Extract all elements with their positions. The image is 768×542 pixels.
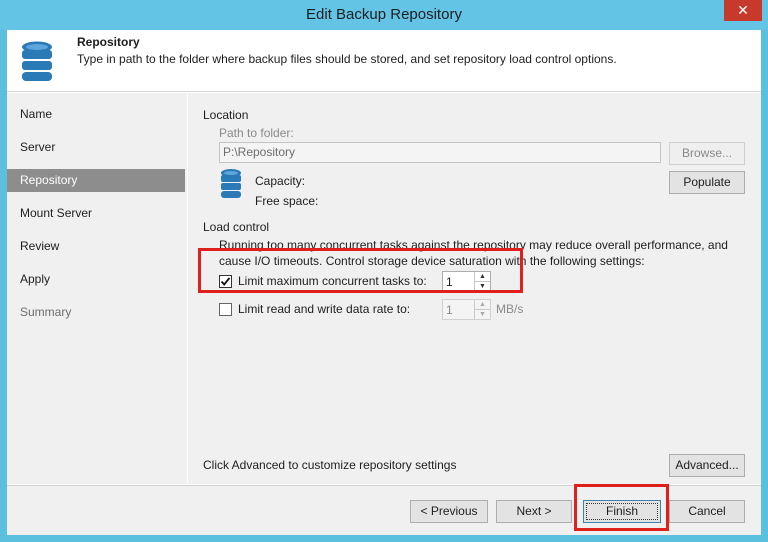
checkmark-icon [220, 277, 231, 286]
step-repository[interactable]: Repository [7, 169, 185, 192]
capacity-database-icon [220, 168, 242, 203]
step-name[interactable]: Name [7, 103, 185, 126]
limit-rate-checkbox[interactable] [219, 303, 232, 316]
step-review[interactable]: Review [7, 235, 185, 258]
next-button[interactable]: Next > [496, 500, 572, 523]
title-bar: Edit Backup Repository ✕ [0, 0, 768, 30]
wizard-content: Location Path to folder: P:\Repository B… [188, 93, 761, 484]
step-mount-server[interactable]: Mount Server [7, 202, 185, 225]
limit-tasks-label: Limit maximum concurrent tasks to: [238, 274, 427, 288]
path-input[interactable]: P:\Repository [219, 142, 661, 163]
advanced-button[interactable]: Advanced... [669, 454, 745, 477]
wizard-steps: Name Server Repository Mount Server Revi… [7, 93, 187, 484]
finish-button[interactable]: Finish [583, 500, 661, 523]
step-summary: Summary [20, 305, 72, 319]
window-title: Edit Backup Repository [306, 6, 462, 23]
limit-tasks-stepper[interactable]: 1 ▲ ▼ [442, 271, 491, 292]
capacity-label: Capacity: [255, 174, 306, 188]
page-title: Repository [77, 35, 140, 49]
path-label: Path to folder: [219, 126, 294, 140]
cancel-button[interactable]: Cancel [669, 500, 745, 523]
populate-button[interactable]: Populate [669, 171, 745, 194]
load-control-desc-line1: Running too many concurrent tasks agains… [219, 238, 728, 252]
step-apply[interactable]: Apply [7, 268, 185, 291]
rate-unit-label: MB/s [496, 302, 524, 316]
limit-tasks-value: 1 [446, 275, 453, 289]
browse-button[interactable]: Browse... [669, 142, 745, 165]
limit-rate-label: Limit read and write data rate to: [238, 302, 411, 316]
dialog-window: Repository Type in path to the folder wh… [7, 30, 761, 535]
wizard-header: Repository Type in path to the folder wh… [7, 30, 761, 92]
wizard-footer: < Previous Next > Finish Cancel [7, 484, 761, 535]
limit-rate-stepper[interactable]: 1 ▲ ▼ [442, 299, 491, 320]
spin-down-icon[interactable]: ▼ [474, 281, 490, 291]
load-control-section-title: Load control [203, 220, 270, 234]
location-section-title: Location [203, 108, 249, 122]
step-server[interactable]: Server [7, 136, 185, 159]
load-control-desc-line2: cause I/O timeouts. Control storage devi… [219, 254, 645, 268]
spin-down-icon[interactable]: ▼ [474, 309, 490, 319]
previous-button[interactable]: < Previous [410, 500, 488, 523]
advanced-hint: Click Advanced to customize repository s… [203, 458, 457, 472]
limit-tasks-checkbox[interactable] [219, 275, 232, 288]
limit-rate-value: 1 [446, 303, 453, 317]
close-button[interactable]: ✕ [724, 0, 762, 21]
free-space-label: Free space: [255, 194, 319, 208]
database-icon [19, 40, 55, 87]
page-description: Type in path to the folder where backup … [77, 52, 617, 66]
